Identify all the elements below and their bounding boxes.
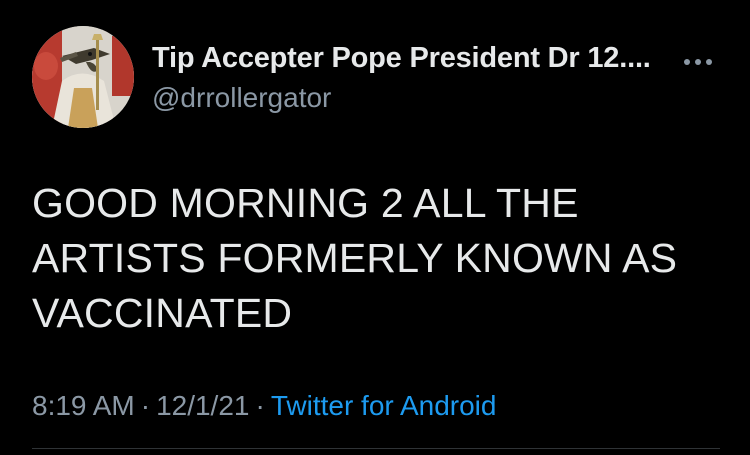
tweet-time[interactable]: 8:19 AM — [32, 390, 135, 421]
tweet-text: GOOD MORNING 2 ALL THE ARTISTS FORMERLY … — [32, 176, 722, 341]
tweet-card: Tip Accepter Pope President Dr 12.... @d… — [0, 0, 750, 455]
tweet-text-line: VACCINATED — [32, 290, 293, 336]
tweet-text-line: GOOD MORNING 2 ALL THE — [32, 180, 579, 226]
tweet-metadata: 8:19 AM · 12/1/21 · Twitter for Android — [32, 390, 496, 422]
more-dots-icon — [684, 59, 712, 65]
divider — [32, 448, 720, 449]
user-handle[interactable]: @drrollergator — [152, 82, 331, 114]
tweet-date[interactable]: 12/1/21 — [156, 390, 249, 421]
meta-separator: · — [255, 390, 265, 421]
meta-separator: · — [140, 390, 151, 421]
tweet-source-link[interactable]: Twitter for Android — [271, 390, 497, 421]
avatar[interactable] — [32, 26, 134, 128]
profile-avatar-image — [32, 26, 134, 128]
display-name[interactable]: Tip Accepter Pope President Dr 12.... — [152, 42, 651, 75]
tweet-text-line: ARTISTS FORMERLY KNOWN AS — [32, 235, 678, 281]
more-options-button[interactable] — [676, 48, 720, 76]
